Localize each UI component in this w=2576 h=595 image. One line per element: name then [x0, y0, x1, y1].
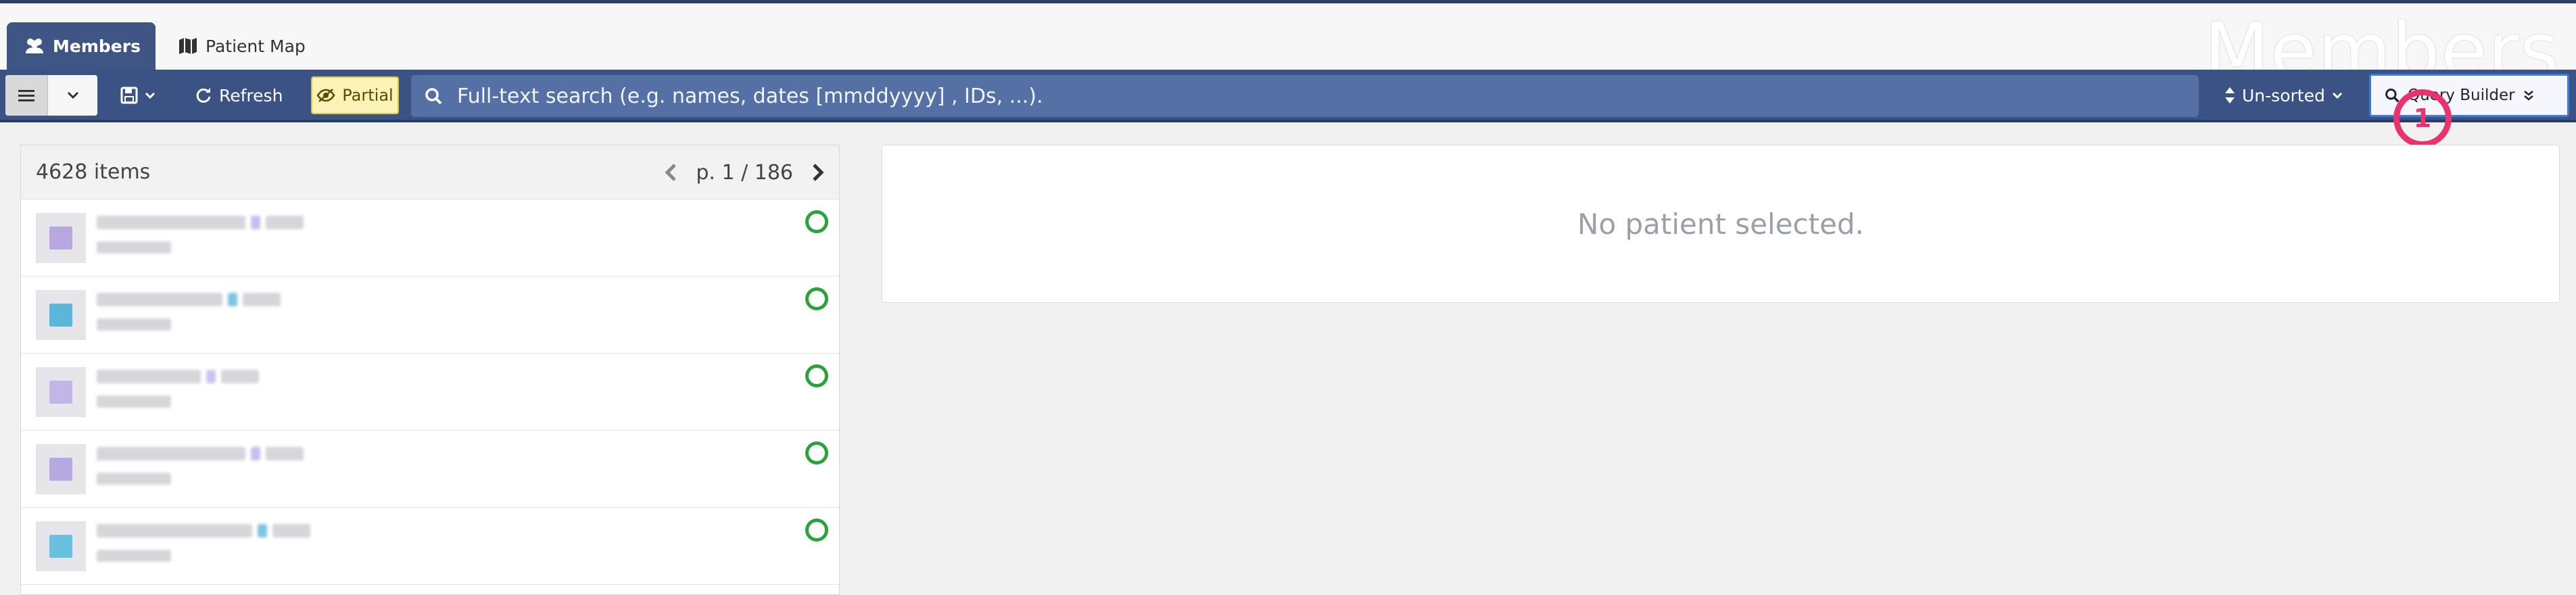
double-chevron-down-icon	[2523, 90, 2534, 101]
refresh-button[interactable]: Refresh	[195, 75, 283, 116]
list-item[interactable]	[21, 508, 839, 585]
redacted-name	[97, 524, 252, 538]
patient-detail-panel: No patient selected.	[882, 145, 2560, 303]
refresh-icon	[195, 87, 212, 104]
status-indicator	[805, 519, 828, 542]
search-input[interactable]	[457, 84, 2188, 108]
avatar	[36, 521, 86, 571]
full-text-search	[411, 75, 2199, 117]
empty-state-message: No patient selected.	[1577, 207, 1864, 241]
tabs-bar: Members Members Patient Map	[0, 3, 2576, 95]
avatar-accent	[49, 381, 72, 404]
redacted-tag	[258, 524, 267, 538]
redacted-tag	[251, 216, 260, 229]
redacted-id	[97, 473, 171, 485]
hamburger-button[interactable]	[5, 75, 47, 116]
avatar-accent	[49, 304, 72, 327]
sort-icon	[2224, 87, 2235, 104]
redacted-name	[97, 216, 245, 229]
view-dropdown-button[interactable]	[47, 75, 97, 116]
users-icon	[24, 37, 45, 55]
hamburger-icon	[18, 89, 34, 102]
tab-members[interactable]: Members	[7, 22, 156, 70]
tab-label: Members	[53, 36, 141, 56]
search-icon	[425, 87, 442, 105]
next-page-button[interactable]	[812, 163, 824, 182]
toolbar: Refresh Partial Un-sorted Query Builder	[0, 70, 2576, 122]
redacted-tag	[243, 293, 281, 306]
chevron-down-icon	[2332, 92, 2343, 99]
redacted-tag	[272, 524, 310, 538]
search-icon	[2385, 88, 2400, 103]
refresh-label: Refresh	[219, 85, 283, 105]
patient-list-panel: 4628 items p. 1 / 186	[20, 145, 840, 595]
save-dropdown-button[interactable]	[120, 75, 156, 116]
chevron-down-icon	[67, 91, 79, 99]
sort-dropdown-button[interactable]: Un-sorted	[2224, 75, 2343, 116]
list-item[interactable]	[21, 277, 839, 354]
save-icon	[120, 87, 138, 104]
avatar-accent	[49, 227, 72, 249]
redacted-id	[97, 241, 171, 254]
eye-slash-icon	[316, 88, 335, 103]
redacted-tag	[251, 447, 260, 460]
step-marker: 1	[2393, 89, 2452, 147]
list-item[interactable]	[21, 431, 839, 508]
view-menu-group	[5, 75, 97, 116]
redacted-id	[97, 396, 171, 408]
avatar	[36, 444, 86, 494]
tab-label: Patient Map	[206, 36, 306, 56]
list-item[interactable]	[21, 199, 839, 277]
avatar	[36, 290, 86, 340]
map-icon	[178, 37, 197, 55]
pager: p. 1 / 186	[665, 145, 824, 199]
partial-toggle-button[interactable]: Partial	[311, 76, 399, 114]
redacted-tag	[266, 447, 304, 460]
redacted-name	[97, 293, 222, 306]
list-header: 4628 items p. 1 / 186	[21, 145, 839, 199]
redacted-tag	[221, 370, 259, 383]
redacted-tag	[228, 293, 237, 306]
avatar-accent	[49, 458, 72, 481]
redacted-name	[97, 447, 245, 460]
page-indicator: p. 1 / 186	[696, 160, 793, 185]
status-indicator	[805, 364, 828, 387]
avatar-accent	[49, 535, 72, 558]
status-indicator	[805, 287, 828, 310]
tab-patient-map[interactable]: Patient Map	[161, 22, 323, 70]
redacted-tag	[206, 370, 216, 383]
partial-label: Partial	[342, 86, 393, 105]
chevron-down-icon	[145, 92, 156, 99]
avatar	[36, 213, 86, 263]
prev-page-button[interactable]	[665, 163, 677, 182]
status-indicator	[805, 442, 828, 465]
redacted-id	[97, 318, 171, 331]
status-indicator	[805, 210, 828, 233]
redacted-id	[97, 550, 171, 562]
sort-label: Un-sorted	[2242, 85, 2325, 105]
list-item[interactable]	[21, 354, 839, 431]
redacted-name	[97, 370, 201, 383]
redacted-tag	[266, 216, 304, 229]
avatar	[36, 367, 86, 417]
item-count: 4628 items	[36, 160, 151, 184]
